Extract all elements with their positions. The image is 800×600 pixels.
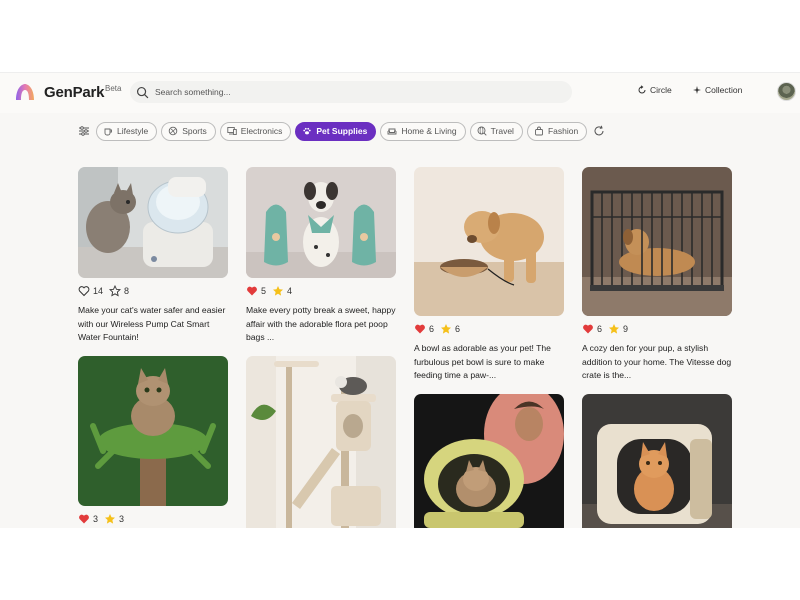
search-icon [136, 86, 149, 98]
star-count: 8 [124, 286, 130, 296]
beta-badge: Beta [105, 84, 122, 93]
top-header: GenPark Beta Circle Collection [0, 73, 800, 113]
globe-icon [477, 126, 487, 136]
user-avatar[interactable] [777, 82, 796, 101]
card-stats: 5 4 [246, 284, 396, 298]
category-chip-electronics[interactable]: Electronics [219, 121, 292, 141]
product-card[interactable] [414, 394, 564, 528]
nav-circle-link[interactable]: Circle [637, 85, 672, 95]
nav-collection-link[interactable]: Collection [692, 85, 742, 95]
sparkle-icon [693, 86, 701, 94]
heart-filled-icon[interactable] [78, 513, 90, 525]
product-image[interactable] [582, 167, 732, 316]
paw-icon [303, 127, 312, 135]
like-count: 5 [261, 286, 267, 296]
category-label: Travel [490, 126, 514, 136]
product-description[interactable]: Make your cat's water safer and easier w… [78, 304, 228, 345]
cat-modern-box-image [582, 394, 732, 528]
cat-cactus-tree-image [78, 356, 228, 506]
product-card[interactable]: 5 4 Make every potty break a sweet, happ… [246, 167, 396, 345]
like-count: 3 [93, 514, 99, 524]
product-image[interactable] [414, 394, 564, 528]
heart-filled-icon[interactable] [414, 323, 426, 335]
card-stats: 3 3 [78, 512, 228, 526]
dog-crate-image [582, 167, 732, 316]
like-count: 6 [597, 324, 603, 334]
category-chip-sports[interactable]: Sports [161, 121, 216, 141]
like-count: 14 [93, 286, 104, 296]
product-card[interactable] [246, 356, 396, 528]
dog-poop-bags-image [246, 167, 396, 278]
nav-collection-label: Collection [705, 85, 743, 95]
category-chip-fashion[interactable]: Fashion [526, 121, 588, 141]
sofa-icon [387, 128, 397, 135]
product-card[interactable]: 14 8 Make your cat's water safer and eas… [78, 167, 228, 345]
product-card[interactable]: 6 9 A cozy den for your pup, a stylish a… [582, 167, 732, 383]
app-frame: GenPark Beta Circle Collection [0, 72, 800, 528]
refresh-icon[interactable] [593, 125, 605, 137]
cat-tree-tower-image [246, 356, 396, 528]
product-description[interactable]: Make every potty break a sweet, happy af… [246, 304, 396, 345]
heart-filled-icon[interactable] [246, 285, 258, 297]
card-stats: 14 8 [78, 284, 228, 298]
star-count: 3 [119, 514, 125, 524]
puppy-bowl-image [414, 167, 564, 316]
circle-refresh-icon [638, 85, 646, 94]
star-filled-icon[interactable] [272, 285, 284, 297]
category-label: Lifestyle [117, 126, 149, 136]
product-image[interactable] [246, 167, 396, 278]
product-card[interactable]: 6 6 A bowl as adorable as your pet! The … [414, 167, 564, 383]
search-input[interactable] [155, 87, 535, 97]
product-image[interactable] [246, 356, 396, 528]
category-label: Home & Living [401, 126, 457, 136]
category-chip-travel[interactable]: Travel [469, 121, 523, 141]
category-chip-home-living[interactable]: Home & Living [380, 121, 466, 141]
star-filled-icon[interactable] [440, 323, 452, 335]
product-description[interactable]: A cozy den for your pup, a stylish addit… [582, 342, 732, 383]
heart-outline-icon[interactable] [78, 285, 90, 297]
product-image[interactable] [414, 167, 564, 316]
ball-icon [168, 126, 178, 136]
nav-circle-label: Circle [650, 85, 672, 95]
product-card[interactable] [582, 394, 732, 528]
category-label: Electronics [240, 126, 283, 136]
search-bar[interactable] [130, 81, 572, 103]
bag-icon [535, 126, 543, 136]
star-filled-icon[interactable] [608, 323, 620, 335]
like-count: 6 [429, 324, 435, 334]
category-label: Fashion [547, 126, 579, 136]
devices-icon [227, 127, 237, 135]
card-stats: 6 6 [414, 322, 564, 336]
category-bar: Lifestyle Sports Electronics Pet Supplie… [78, 121, 605, 141]
filter-sliders-icon[interactable] [78, 125, 90, 137]
star-filled-icon[interactable] [104, 513, 116, 525]
star-count: 4 [287, 286, 293, 296]
cat-fountain-image [78, 167, 228, 278]
product-image[interactable] [78, 167, 228, 278]
star-outline-icon[interactable] [109, 285, 122, 297]
product-image[interactable] [582, 394, 732, 528]
product-card[interactable]: 3 3 [78, 356, 228, 526]
cat-litter-box-image [414, 394, 564, 528]
category-chip-lifestyle[interactable]: Lifestyle [96, 121, 158, 141]
product-image[interactable] [78, 356, 228, 506]
category-label: Sports [182, 126, 207, 136]
category-chip-pet-supplies[interactable]: Pet Supplies [295, 121, 377, 141]
card-stats: 6 9 [582, 322, 732, 336]
product-description[interactable]: A bowl as adorable as your pet! The furb… [414, 342, 564, 383]
star-count: 6 [455, 324, 461, 334]
star-count: 9 [623, 324, 629, 334]
category-label: Pet Supplies [316, 126, 368, 136]
genpark-logo-icon[interactable] [14, 82, 36, 102]
cup-icon [104, 128, 112, 136]
heart-filled-icon[interactable] [582, 323, 594, 335]
brand-name[interactable]: GenPark [44, 84, 105, 101]
